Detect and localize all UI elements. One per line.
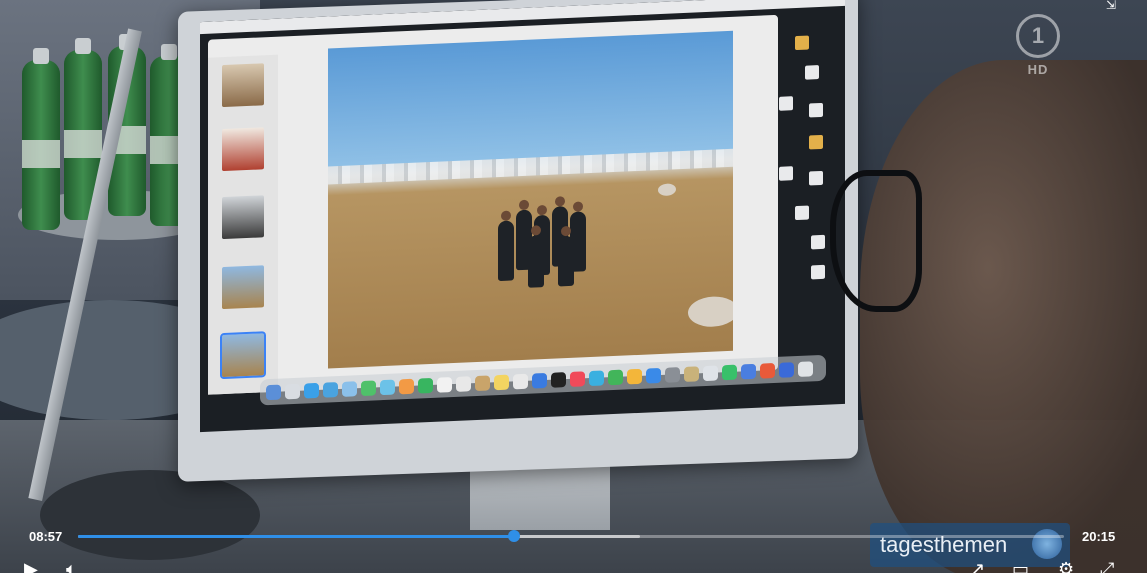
played-range (78, 535, 514, 538)
child-figure (558, 235, 574, 287)
dock-app-icon (665, 366, 680, 383)
channel-logo: 1 HD (1016, 14, 1060, 77)
dock-app-icon (285, 383, 300, 399)
preview-window (208, 14, 778, 395)
dock-app-icon (475, 374, 490, 391)
rock (658, 183, 676, 197)
file-icon (779, 166, 793, 181)
camp-tents (328, 148, 733, 185)
photo-thumbnail (222, 63, 264, 108)
dock-app-icon (684, 365, 699, 382)
child-figure (528, 235, 544, 288)
photo-thumbnail (222, 127, 264, 172)
file-icon (809, 170, 823, 186)
channel-quality-label: HD (1027, 62, 1049, 77)
dock-app-icon (399, 378, 414, 394)
photo-thumbnail (222, 195, 264, 240)
current-time: 08:57 (29, 529, 63, 544)
dock-app-icon (608, 369, 623, 385)
dock-app-icon (741, 363, 756, 379)
fullscreen-icon[interactable]: ⤢ (1100, 560, 1114, 573)
file-icon (795, 205, 809, 221)
photo-thumbnail-selected (220, 331, 266, 380)
dock-app-icon (646, 367, 661, 384)
folder-icon (809, 134, 823, 150)
dock-app-icon (532, 372, 547, 389)
dock-app-icon (589, 369, 604, 386)
dock-app-icon (304, 382, 319, 399)
dock-app-icon (456, 375, 471, 392)
desktop-icons (775, 34, 840, 327)
dock-app-icon (437, 376, 452, 393)
person-silhouette (860, 60, 1147, 573)
dock-app-icon (380, 379, 395, 395)
file-icon (779, 96, 793, 111)
monitor-screen (200, 0, 845, 433)
child-figure (498, 220, 514, 282)
dock-app-icon (551, 371, 566, 388)
channel-logo-mark: 1 (1016, 14, 1060, 58)
dock-app-icon (798, 360, 813, 377)
subtitles-icon[interactable]: ▭ (1012, 560, 1029, 573)
dock-app-icon (760, 362, 775, 379)
file-icon (809, 102, 823, 118)
play-icon[interactable]: ▶ (24, 560, 38, 573)
file-icon (811, 264, 825, 280)
dock-app-icon (722, 364, 737, 380)
dock-app-icon (570, 370, 585, 387)
dock-app-icon (342, 380, 357, 397)
dock-app-icon (627, 368, 642, 384)
settings-icon[interactable]: ⚙ (1058, 560, 1074, 573)
lamp-base (40, 470, 260, 560)
dock-app-icon (418, 377, 433, 394)
dock-app-icon (703, 364, 718, 381)
dock-app-icon (266, 384, 281, 400)
program-brand-globe-icon (1032, 529, 1062, 559)
water-bottle (22, 48, 60, 230)
video-player[interactable]: ⇲ 1 HD tagesthemen 08:57 20:15 ▶ 🔈︎ ↗ ▭ … (0, 0, 1147, 573)
volume-icon[interactable]: 🔈︎ (66, 560, 77, 573)
rock (688, 295, 733, 328)
dock-app-icon (494, 374, 509, 390)
dock-app-icon (779, 361, 794, 378)
total-time: 20:15 (1082, 529, 1116, 544)
picture-in-picture-off-icon[interactable]: ⇲ (1106, 0, 1124, 12)
share-icon[interactable]: ↗ (970, 560, 985, 573)
seek-handle[interactable] (507, 530, 520, 542)
dock-app-icon (323, 381, 338, 398)
folder-icon (795, 35, 809, 51)
file-icon (811, 234, 825, 250)
dock-app-icon (513, 373, 528, 389)
dock-app-icon (361, 379, 376, 396)
main-photo (328, 30, 733, 369)
file-icon (805, 65, 819, 80)
thumbnail-sidebar (208, 54, 278, 395)
photo-thumbnail (222, 265, 264, 310)
eyeglasses (830, 170, 922, 312)
seek-bar[interactable] (78, 530, 1064, 542)
